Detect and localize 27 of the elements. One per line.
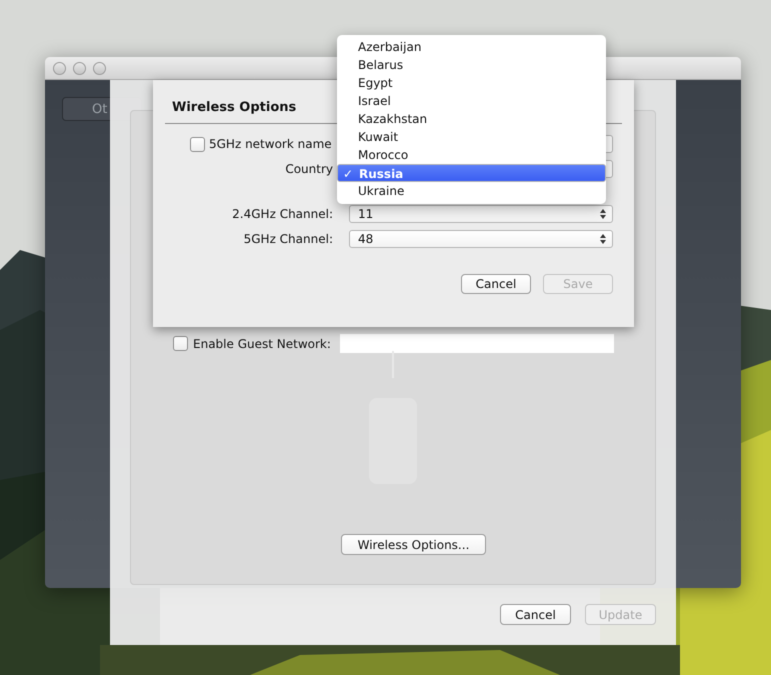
network-name-label: 5GHz network name bbox=[209, 137, 332, 151]
dialog-button[interactable]: Cancel bbox=[500, 604, 571, 625]
channel-label: 5GHz Channel: bbox=[244, 232, 333, 246]
menu-item[interactable]: Ukraine bbox=[337, 182, 606, 200]
channel-select[interactable]: 48 bbox=[349, 230, 613, 248]
country-label: Country bbox=[285, 162, 333, 176]
zoom-icon[interactable] bbox=[93, 62, 106, 74]
input-field[interactable] bbox=[340, 334, 614, 353]
checkbox[interactable] bbox=[173, 336, 188, 351]
menu-item[interactable]: Kuwait bbox=[337, 128, 606, 146]
stepper-arrows-icon bbox=[600, 234, 606, 244]
menu-item[interactable]: Kazakhstan bbox=[337, 110, 606, 128]
stepper-arrows-icon bbox=[600, 209, 606, 219]
close-icon[interactable] bbox=[53, 62, 66, 74]
dialog-button[interactable]: Cancel bbox=[461, 274, 531, 294]
dialog-title: Wireless Options bbox=[171, 100, 296, 117]
menu-item[interactable]: ✓ Russia bbox=[337, 164, 606, 182]
channel-label: 2.4GHz Channel: bbox=[232, 207, 333, 221]
minimize-icon[interactable] bbox=[73, 62, 86, 74]
checkbox[interactable] bbox=[190, 136, 205, 152]
guest-network-label: Enable Guest Network: bbox=[193, 336, 331, 350]
wireless-options-button[interactable]: Wireless Options... bbox=[341, 534, 486, 555]
menu-item[interactable]: Morocco bbox=[337, 146, 606, 164]
menu-item[interactable]: Israel bbox=[337, 92, 606, 110]
channel-select[interactable]: 11 bbox=[349, 205, 613, 223]
menu-item[interactable]: Azerbaijan bbox=[337, 38, 606, 56]
menu-item[interactable]: Egypt bbox=[337, 74, 606, 92]
